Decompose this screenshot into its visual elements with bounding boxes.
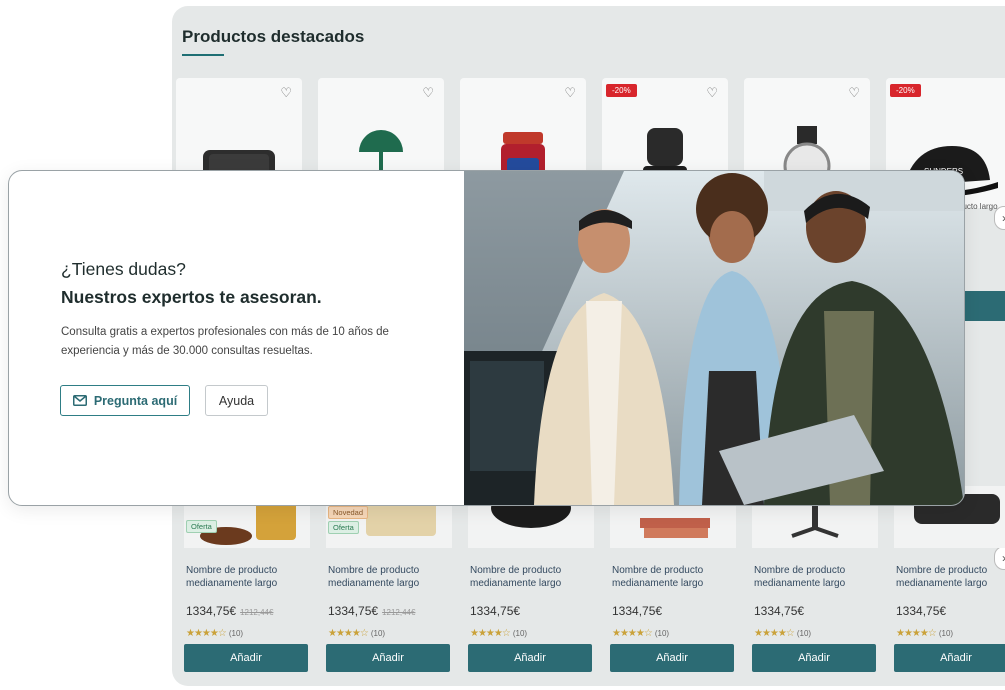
help-button[interactable]: Ayuda <box>205 385 268 416</box>
product-price: 1334,75€ 1212,44€ <box>186 604 274 618</box>
mail-icon <box>72 395 87 406</box>
badge-group: Oferta <box>186 520 217 535</box>
favorite-heart-icon[interactable]: ♡ <box>848 86 860 99</box>
product-price: 1334,75€ <box>470 604 521 618</box>
new-badge: Novedad <box>328 506 369 519</box>
discount-badge: -20% <box>890 84 921 97</box>
product-name[interactable]: Nombre de producto medianamente largo <box>754 564 878 590</box>
product-card[interactable]: Nombre de producto medianamente largo 13… <box>468 486 594 686</box>
rating-stars-icon: ★★★★☆ (10) <box>612 628 670 639</box>
rating-stars-icon: ★★★★☆ (10) <box>328 628 386 639</box>
old-price: 1212,44€ <box>240 608 274 617</box>
ask-here-button[interactable]: Pregunta aquí <box>60 385 190 416</box>
rating-stars-icon: ★★★★☆ (10) <box>754 628 812 639</box>
favorite-heart-icon[interactable]: ♡ <box>564 86 576 99</box>
team-photo <box>464 171 964 505</box>
add-to-cart-button[interactable]: Añadir <box>894 644 1005 672</box>
product-card[interactable]: Nombre de producto medianamente largo 13… <box>894 486 1005 686</box>
discount-badge: -20% <box>606 84 637 97</box>
banner-description: Consulta gratis a expertos profesionales… <box>61 326 389 357</box>
product-price: 1334,75€ <box>612 604 663 618</box>
ask-here-label: Pregunta aquí <box>93 393 178 408</box>
section-title: Productos destacados <box>182 27 365 46</box>
rating-count: (10) <box>512 629 528 638</box>
offer-badge: Oferta <box>328 521 359 534</box>
product-name[interactable]: Nombre de producto medianamente largo <box>470 564 594 590</box>
rating-stars-icon: ★★★★☆ (10) <box>470 628 528 639</box>
favorite-heart-icon[interactable]: ♡ <box>422 86 434 99</box>
add-to-cart-button[interactable]: Añadir <box>184 644 308 672</box>
add-to-cart-button[interactable]: Añadir <box>610 644 734 672</box>
favorite-heart-icon[interactable]: ♡ <box>706 86 718 99</box>
add-to-cart-button[interactable]: Añadir <box>468 644 592 672</box>
favorite-heart-icon[interactable]: ♡ <box>280 86 292 99</box>
banner-subtitle: Nuestros expertos te asesoran. <box>61 287 322 307</box>
product-price: 1334,75€ <box>754 604 805 618</box>
rating-count: (10) <box>654 629 670 638</box>
add-to-cart-button[interactable]: Añadir <box>752 644 876 672</box>
expert-help-banner: ¿Tienes dudas? Nuestros expertos te ases… <box>8 170 965 506</box>
carousel-next-icon[interactable]: › <box>994 206 1005 230</box>
section-title-underline <box>182 54 224 56</box>
rating-stars-icon: ★★★★☆ (10) <box>186 628 244 639</box>
product-card[interactable]: Novedad Oferta Nombre de producto median… <box>326 486 452 686</box>
product-card[interactable]: Nombre de producto medianamente largo 13… <box>752 486 878 686</box>
banner-title: ¿Tienes dudas? <box>61 259 186 279</box>
add-to-cart-button[interactable]: Añadir <box>326 644 450 672</box>
product-name[interactable]: Nombre de producto medianamente largo <box>328 564 452 590</box>
offer-badge: Oferta <box>186 520 217 533</box>
product-name[interactable]: Nombre de producto medianamente largo <box>186 564 310 590</box>
rating-stars-icon: ★★★★☆ (10) <box>896 628 954 639</box>
product-name[interactable]: Nombre de producto medianamente largo <box>612 564 736 590</box>
rating-count: (10) <box>796 629 812 638</box>
product-price: 1334,75€ 1212,44€ <box>328 604 416 618</box>
product-card[interactable]: Oferta Nombre de producto medianamente l… <box>184 486 310 686</box>
badge-group: Novedad Oferta <box>328 506 369 536</box>
rating-count: (10) <box>228 629 244 638</box>
old-price: 1212,44€ <box>382 608 416 617</box>
rating-count: (10) <box>370 629 386 638</box>
product-card[interactable]: Nombre de producto medianamente largo 13… <box>610 486 736 686</box>
product-price: 1334,75€ <box>896 604 947 618</box>
rating-count: (10) <box>938 629 954 638</box>
product-name[interactable]: Nombre de producto medianamente largo <box>896 564 1005 590</box>
